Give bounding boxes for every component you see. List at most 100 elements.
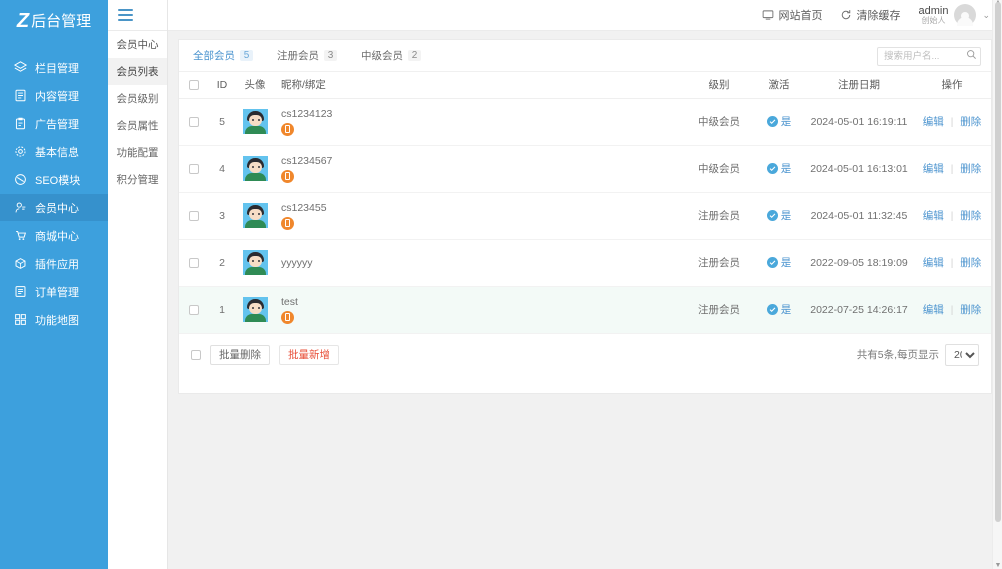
sidebar-item-sitemap[interactable]: 功能地图 (0, 306, 108, 333)
operation-separator: | (951, 117, 954, 128)
row-register-date: 2022-07-25 14:26:17 (805, 286, 913, 333)
batch-add-button[interactable]: 批量新增 (279, 345, 339, 365)
sidebar-nav: 栏目管理 内容管理 广告管理 基本信息 (0, 54, 108, 333)
row-activated-cell: 是 (753, 98, 805, 145)
table-row[interactable]: 2 yyyyyy 注册会员 (179, 239, 991, 286)
sidebar-item-ads[interactable]: 广告管理 (0, 110, 108, 137)
header-level: 级别 (685, 72, 753, 98)
sidebar-item-members[interactable]: 会员中心 (0, 194, 108, 221)
member-list-panel: 全部会员 5 注册会员 3 中级会员 2 (178, 39, 992, 394)
table-head: ID 头像 昵称/绑定 级别 激活 注册日期 操作 (179, 72, 991, 98)
tab-registered-members[interactable]: 注册会员 3 (273, 46, 341, 65)
submenu-item-points[interactable]: 积分管理 (108, 166, 167, 193)
sidebar-item-plugins[interactable]: 插件应用 (0, 250, 108, 277)
row-checkbox[interactable] (189, 164, 199, 174)
row-select-cell (179, 145, 209, 192)
edit-link[interactable]: 编辑 (923, 210, 944, 222)
member-tabs: 全部会员 5 注册会员 3 中级会员 2 (189, 46, 425, 65)
member-nickname: cs1234567 (281, 155, 332, 167)
check-circle-icon (767, 304, 778, 315)
delete-link[interactable]: 删除 (960, 163, 981, 175)
row-register-date: 2024-05-01 11:32:45 (805, 192, 913, 239)
sidebar-item-basic-info[interactable]: 基本信息 (0, 138, 108, 165)
logo[interactable]: Z 后台管理 (0, 0, 108, 42)
edit-link[interactable]: 编辑 (923, 163, 944, 175)
panel-header: 全部会员 5 注册会员 3 中级会员 2 (179, 40, 991, 72)
sidebar-item-shop[interactable]: 商城中心 (0, 222, 108, 249)
refresh-icon (840, 9, 852, 21)
table-row[interactable]: 1 test 注册会员 (179, 286, 991, 333)
row-checkbox[interactable] (189, 305, 199, 315)
phone-bound-icon (281, 217, 294, 230)
row-checkbox[interactable] (189, 258, 199, 268)
tab-all-members[interactable]: 全部会员 5 (189, 46, 257, 65)
footer-select-all-checkbox[interactable] (191, 350, 201, 360)
search-icon[interactable] (966, 49, 977, 60)
row-nickname-cell: test (275, 286, 685, 333)
tab-intermediate-members[interactable]: 中级会员 2 (357, 46, 425, 65)
edit-link[interactable]: 编辑 (923, 257, 944, 269)
primary-sidebar: Z 后台管理 栏目管理 内容管理 广告管理 (0, 0, 108, 569)
select-all-checkbox[interactable] (189, 80, 199, 90)
batch-delete-button[interactable]: 批量删除 (210, 345, 270, 365)
row-level: 注册会员 (685, 192, 753, 239)
sidebar-item-columns[interactable]: 栏目管理 (0, 54, 108, 81)
table-row[interactable]: 5 cs1234123 中级会员 (179, 98, 991, 145)
user-role: 创始人 (921, 17, 945, 26)
row-checkbox[interactable] (189, 211, 199, 221)
submenu-item-member-attr[interactable]: 会员属性 (108, 112, 167, 139)
row-select-cell (179, 192, 209, 239)
panel-footer: 批量删除 批量新增 共有5条,每页显示 20 50 100 (179, 334, 991, 376)
tab-label: 注册会员 (277, 48, 319, 63)
table-row[interactable]: 4 cs1234567 中级会员 (179, 145, 991, 192)
row-select-cell (179, 98, 209, 145)
operation-separator: | (951, 305, 954, 316)
check-circle-icon (767, 210, 778, 221)
page-scrollbar[interactable]: ▲ ▼ (992, 0, 1002, 569)
phone-bound-icon (281, 311, 294, 324)
edit-link[interactable]: 编辑 (923, 116, 944, 128)
footer-actions: 批量删除 批量新增 (191, 345, 339, 365)
sidebar-item-label: 订单管理 (35, 284, 79, 300)
site-home-label: 网站首页 (778, 7, 822, 23)
sidebar-item-seo[interactable]: SEO模块 (0, 166, 108, 193)
table-row[interactable]: 3 cs123455 注册会员 (179, 192, 991, 239)
delete-link[interactable]: 删除 (960, 116, 981, 128)
row-checkbox[interactable] (189, 117, 199, 127)
search-wrap (877, 46, 981, 66)
clear-cache-link[interactable]: 清除缓存 (840, 7, 900, 23)
delete-link[interactable]: 删除 (960, 257, 981, 269)
row-level: 中级会员 (685, 145, 753, 192)
user-menu[interactable]: admin 创始人 ⌄ (918, 4, 990, 26)
site-home-link[interactable]: 网站首页 (762, 7, 822, 23)
tab-label: 全部会员 (193, 48, 235, 63)
members-table: ID 头像 昵称/绑定 级别 激活 注册日期 操作 5 (179, 72, 991, 334)
layers-icon (14, 61, 27, 74)
edit-link[interactable]: 编辑 (923, 304, 944, 316)
page-size-select[interactable]: 20 50 100 (945, 344, 979, 366)
delete-link[interactable]: 删除 (960, 304, 981, 316)
submenu-item-member-level[interactable]: 会员级别 (108, 85, 167, 112)
submenu-item-member-list[interactable]: 会员列表 (108, 58, 167, 85)
sidebar-item-orders[interactable]: 订单管理 (0, 278, 108, 305)
row-id: 4 (209, 145, 235, 192)
sidebar-item-content[interactable]: 内容管理 (0, 82, 108, 109)
delete-link[interactable]: 删除 (960, 210, 981, 222)
header-register-date: 注册日期 (805, 72, 913, 98)
submenu-item-feature-config[interactable]: 功能配置 (108, 139, 167, 166)
admin-app: Z 后台管理 栏目管理 内容管理 广告管理 (0, 0, 1002, 569)
table-body: 5 cs1234123 中级会员 (179, 98, 991, 333)
main-area: 网站首页 清除缓存 admin 创始人 ⌄ (168, 0, 1002, 569)
tab-count: 3 (324, 50, 337, 61)
member-avatar (243, 297, 268, 322)
header-nickname: 昵称/绑定 (275, 72, 685, 98)
total-count-text: 共有5条,每页显示 (857, 347, 939, 362)
scroll-down-arrow[interactable]: ▼ (994, 562, 1002, 569)
row-avatar-cell (235, 192, 275, 239)
member-nickname: test (281, 296, 298, 308)
logo-mark: Z (17, 11, 28, 31)
chevron-down-icon[interactable]: ⌄ (982, 10, 990, 21)
row-operations: 编辑 | 删除 (913, 145, 991, 192)
scrollbar-thumb[interactable] (995, 2, 1001, 522)
hamburger-icon[interactable] (118, 9, 133, 21)
